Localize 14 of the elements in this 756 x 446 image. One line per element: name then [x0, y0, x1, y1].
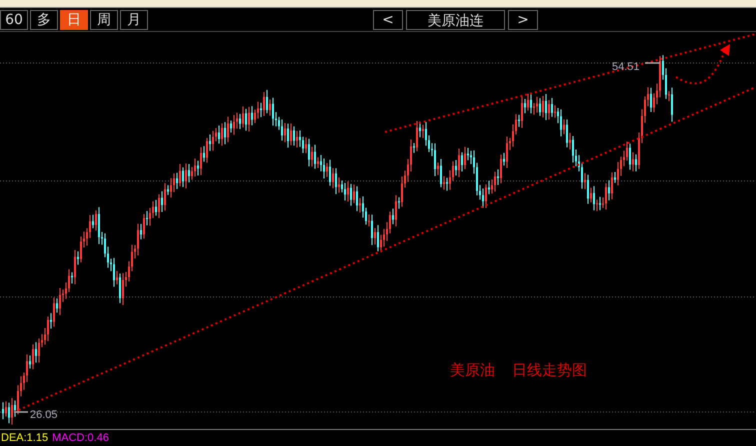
period-button[interactable]: 60 — [0, 10, 28, 30]
period-button[interactable]: 月 — [120, 10, 148, 30]
period-button[interactable]: 周 — [90, 10, 118, 30]
indicator-value: DEA:1.15 — [1, 432, 48, 444]
chart-caption: 日线走势图 — [512, 361, 587, 379]
period-button[interactable]: 多 — [30, 10, 58, 30]
next-button[interactable]: > — [508, 10, 538, 30]
indicator-value: MACD:0.46 — [52, 432, 109, 444]
previous-button[interactable]: < — [373, 10, 403, 30]
symbol-button[interactable]: 美原油连 — [406, 10, 505, 30]
curved-arrow — [676, 44, 730, 84]
chart-caption: 美原油 — [450, 361, 495, 379]
price-label: 26.05 — [30, 409, 58, 421]
period-button[interactable]: 日 — [60, 10, 88, 30]
